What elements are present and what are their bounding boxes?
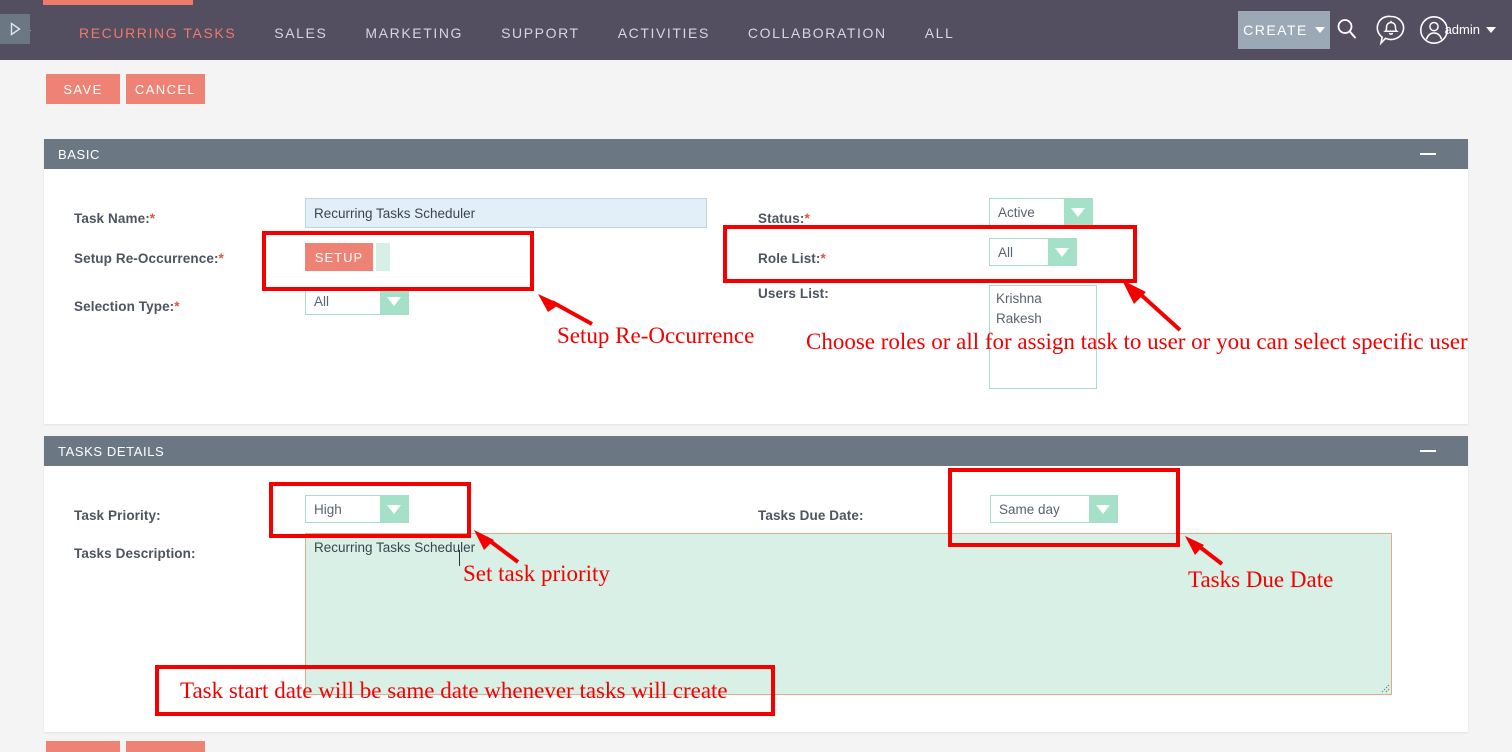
task-priority-value: High (314, 501, 342, 517)
create-button-label: CREATE (1243, 22, 1308, 38)
save-button-top[interactable]: SAVE (46, 74, 120, 104)
task-priority-label: Task Priority: (74, 508, 161, 523)
list-item[interactable]: Krishna (996, 289, 1096, 309)
nav-item-marketing[interactable]: MARKETING (346, 25, 482, 41)
basic-panel-header: BASIC (44, 139, 1468, 169)
action-toolbar (0, 60, 1512, 118)
cancel-button-bottom[interactable]: CANCEL (126, 741, 205, 752)
setup-button[interactable]: SETUP (305, 243, 373, 271)
tasks-due-date-value: Same day (999, 501, 1060, 517)
nav-item-recurring-tasks[interactable]: RECURRING TASKS (60, 25, 255, 41)
create-button[interactable]: CREATE (1238, 11, 1330, 49)
required-marker: * (218, 251, 224, 266)
setup-reoccurrence-label: Setup Re-Occurrence:* (74, 251, 224, 266)
search-icon[interactable] (1334, 14, 1360, 44)
tasks-due-date-select[interactable]: Same day (990, 495, 1118, 523)
admin-label: admin (1444, 22, 1480, 37)
cancel-button-top[interactable]: CANCEL (126, 74, 205, 104)
required-marker: * (174, 299, 180, 314)
chevron-down-icon (1089, 496, 1117, 522)
nav-item-sales[interactable]: SALES (255, 25, 346, 41)
minus-icon[interactable] (1420, 153, 1436, 155)
users-list-box[interactable]: Krishna Rakesh (989, 285, 1097, 389)
task-name-input[interactable] (305, 198, 707, 228)
selection-type-select[interactable]: All (305, 287, 409, 315)
required-marker: * (820, 251, 826, 266)
chevron-down-icon (1048, 239, 1076, 265)
nav-item-all[interactable]: ALL (906, 25, 974, 41)
setup-aux-block (376, 243, 390, 271)
task-name-label: Task Name:* (74, 211, 156, 226)
notification-bell-icon[interactable] (1375, 14, 1407, 46)
tasks-description-label: Tasks Description: (74, 546, 196, 561)
selection-type-label: Selection Type:* (74, 299, 180, 314)
basic-panel: BASIC (44, 139, 1468, 424)
nav-item-collaboration[interactable]: COLLABORATION (729, 25, 906, 41)
required-marker: * (149, 211, 156, 226)
chevron-down-icon (1486, 26, 1496, 33)
basic-panel-title: BASIC (58, 146, 101, 162)
minus-icon[interactable] (1420, 450, 1436, 452)
play-triangle-icon (10, 22, 21, 36)
list-item[interactable]: Rakesh (996, 309, 1096, 329)
status-label: Status:* (758, 211, 810, 226)
role-list-label: Role List:* (758, 251, 826, 266)
role-list-value: All (998, 244, 1014, 260)
nav-links: RECURRING TASKS SALES MARKETING SUPPORT … (60, 20, 973, 46)
nav-item-activities[interactable]: ACTIVITIES (599, 25, 729, 41)
admin-menu[interactable]: admin (1445, 22, 1496, 37)
tasks-panel-title: TASKS DETAILS (58, 443, 165, 459)
status-select[interactable]: Active (989, 198, 1093, 226)
nav-item-support[interactable]: SUPPORT (482, 25, 599, 41)
role-list-select[interactable]: All (989, 238, 1077, 266)
status-value: Active (998, 204, 1035, 220)
chevron-down-icon (380, 288, 408, 314)
required-marker: * (804, 211, 810, 226)
app-root: RECURRING TASKS SALES MARKETING SUPPORT … (0, 0, 1512, 752)
tasks-due-date-label: Tasks Due Date: (758, 508, 864, 523)
chevron-down-icon (380, 496, 408, 522)
selection-type-value: All (314, 293, 330, 309)
chevron-down-icon (1064, 199, 1092, 225)
chevron-down-icon (1314, 27, 1325, 33)
top-navigation-bar: RECURRING TASKS SALES MARKETING SUPPORT … (0, 0, 1512, 60)
tasks-description-textarea[interactable] (305, 533, 1392, 695)
task-priority-select[interactable]: High (305, 495, 409, 523)
sidebar-toggle-button[interactable] (0, 14, 30, 44)
users-list-label: Users List: (758, 286, 829, 301)
tasks-panel-header: TASKS DETAILS (44, 436, 1468, 466)
active-tab-indicator (43, 0, 193, 5)
save-button-bottom[interactable]: SAVE (46, 741, 120, 752)
text-caret (459, 550, 460, 566)
